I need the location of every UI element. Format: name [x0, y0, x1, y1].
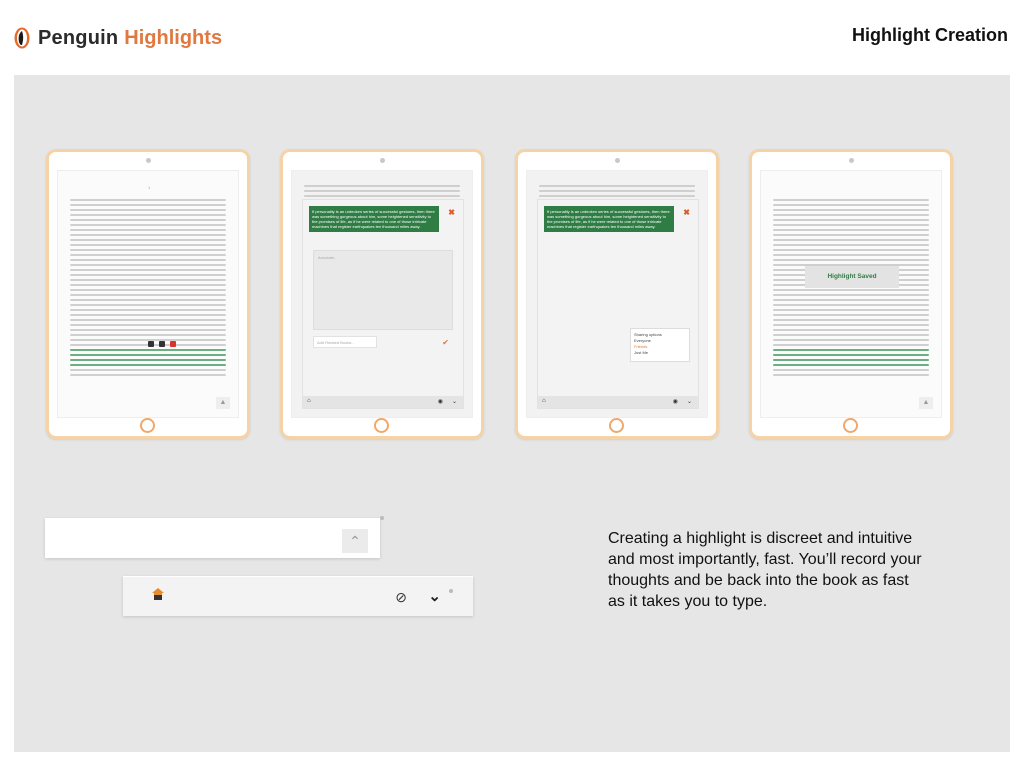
tablet-screen: If personality is an unbroken series of … [526, 170, 708, 418]
chevron-down-icon[interactable]: ⌄ [687, 398, 692, 405]
home-button [609, 418, 624, 433]
book-text [539, 185, 695, 200]
highlight-quote: If personality is an unbroken series of … [309, 206, 439, 232]
expanded-toolbar-zoom: ⊘ ⌄ [123, 576, 473, 616]
bottom-toolbar: ⌂ ◉ ⌄ [538, 396, 698, 408]
tablet-reading-selection: 1 ▲ [46, 149, 250, 439]
highlight-quote: If personality is an unbroken series of … [544, 206, 674, 232]
home-icon[interactable]: ⌂ [542, 398, 546, 404]
book-text [773, 199, 929, 379]
close-icon[interactable]: ✖ [683, 208, 690, 217]
chevron-up-icon[interactable]: ▲ [919, 397, 933, 409]
annotation-overlay: If personality is an unbroken series of … [302, 199, 464, 409]
camera-icon [380, 158, 385, 163]
page-title: Highlight Creation [852, 25, 1008, 45]
tablet-screen: Highlight Saved ▲ [760, 170, 942, 418]
close-icon[interactable]: ✖ [448, 208, 455, 217]
sharing-option-just-me[interactable]: Just Me [634, 350, 686, 356]
dot-icon [449, 589, 453, 593]
book-text [304, 185, 460, 200]
home-button [843, 418, 858, 433]
close-icon[interactable] [170, 341, 176, 347]
annotation-overlay: If personality is an unbroken series of … [537, 199, 699, 409]
home-button [140, 418, 155, 433]
dot-icon [380, 516, 384, 520]
eye-icon[interactable]: ◉ [438, 398, 443, 405]
note-icon[interactable] [159, 341, 165, 347]
chevron-up-icon[interactable]: ⌃ [342, 529, 368, 553]
tablet-annotate: If personality is an unbroken series of … [280, 149, 484, 439]
eye-icon[interactable]: ◉ [673, 398, 678, 405]
pen-icon[interactable] [148, 341, 154, 347]
tablet-sharing: If personality is an unbroken series of … [515, 149, 719, 439]
bottom-toolbar: ⌂ ◉ ⌄ [303, 396, 463, 408]
chevron-down-icon[interactable]: ⌄ [452, 398, 457, 405]
home-button [374, 418, 389, 433]
selection-toolbar[interactable] [148, 341, 176, 347]
annotate-input[interactable]: Annotate... [313, 250, 453, 330]
description-text: Creating a highlight is discreet and int… [608, 530, 922, 610]
brand-subtitle: Highlights [122, 26, 226, 49]
book-text [70, 199, 226, 379]
hide-eye-icon[interactable]: ⊘ [395, 589, 407, 606]
camera-icon [849, 158, 854, 163]
related-books-input[interactable]: Add Related Books... [313, 336, 377, 348]
home-icon[interactable]: ⌂ [307, 398, 311, 404]
collapsed-toolbar-zoom: ⌃ [45, 516, 384, 558]
penguin-logo-icon [14, 27, 30, 49]
camera-icon [615, 158, 620, 163]
chevron-down-icon[interactable]: ⌄ [428, 587, 441, 605]
page-number: 1 [148, 185, 151, 190]
confirm-check-icon[interactable]: ✔ [442, 338, 449, 347]
highlight-saved-toast: Highlight Saved [805, 266, 899, 288]
tablet-screen: If personality is an unbroken series of … [291, 170, 473, 418]
brand-name: Penguin [38, 26, 119, 49]
house-icon[interactable] [151, 587, 165, 601]
brand: Penguin Highlights [14, 26, 226, 50]
chevron-up-icon[interactable]: ▲ [216, 397, 230, 409]
tablet-saved: Highlight Saved ▲ [749, 149, 953, 439]
camera-icon [146, 158, 151, 163]
slide: Penguin Highlights Highlight Creation 1 … [0, 0, 1024, 768]
annotate-placeholder: Annotate... [318, 255, 338, 260]
sharing-menu[interactable]: Sharing options Everyone Friends Just Me [630, 328, 690, 362]
tablet-screen: 1 ▲ [57, 170, 239, 418]
